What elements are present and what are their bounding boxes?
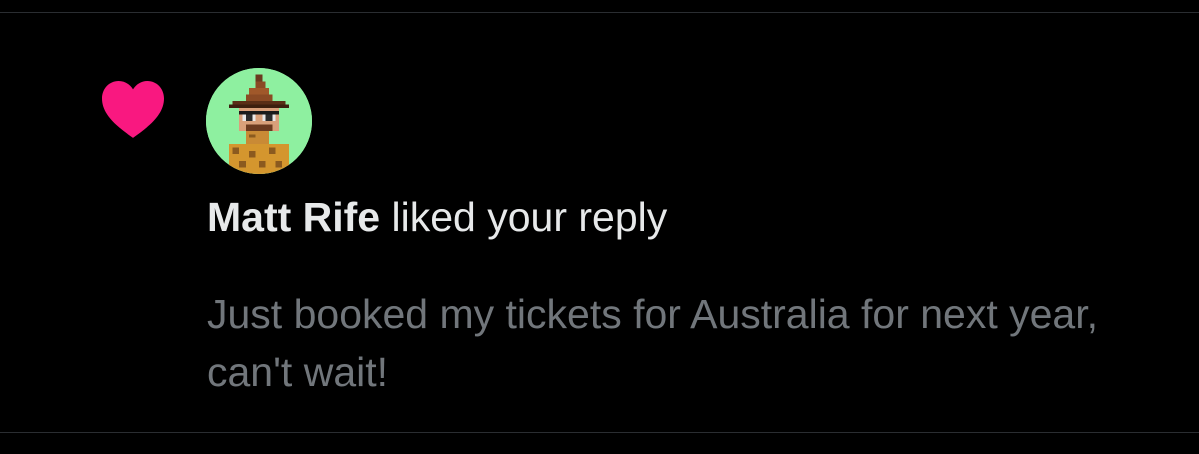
action-text: liked your reply [380, 194, 668, 240]
like-notification[interactable]: Matt Rife liked your reply Just booked m… [0, 13, 1199, 432]
avatar[interactable] [206, 68, 312, 174]
reply-preview-text: Just booked my tickets for Australia for… [207, 291, 1099, 395]
user-name-link[interactable]: Matt Rife [207, 194, 380, 240]
heart-icon [102, 80, 164, 138]
notification-headline: Matt Rife liked your reply [207, 189, 667, 245]
pixel-art-avatar-icon [206, 68, 312, 174]
bottom-divider [0, 432, 1199, 433]
